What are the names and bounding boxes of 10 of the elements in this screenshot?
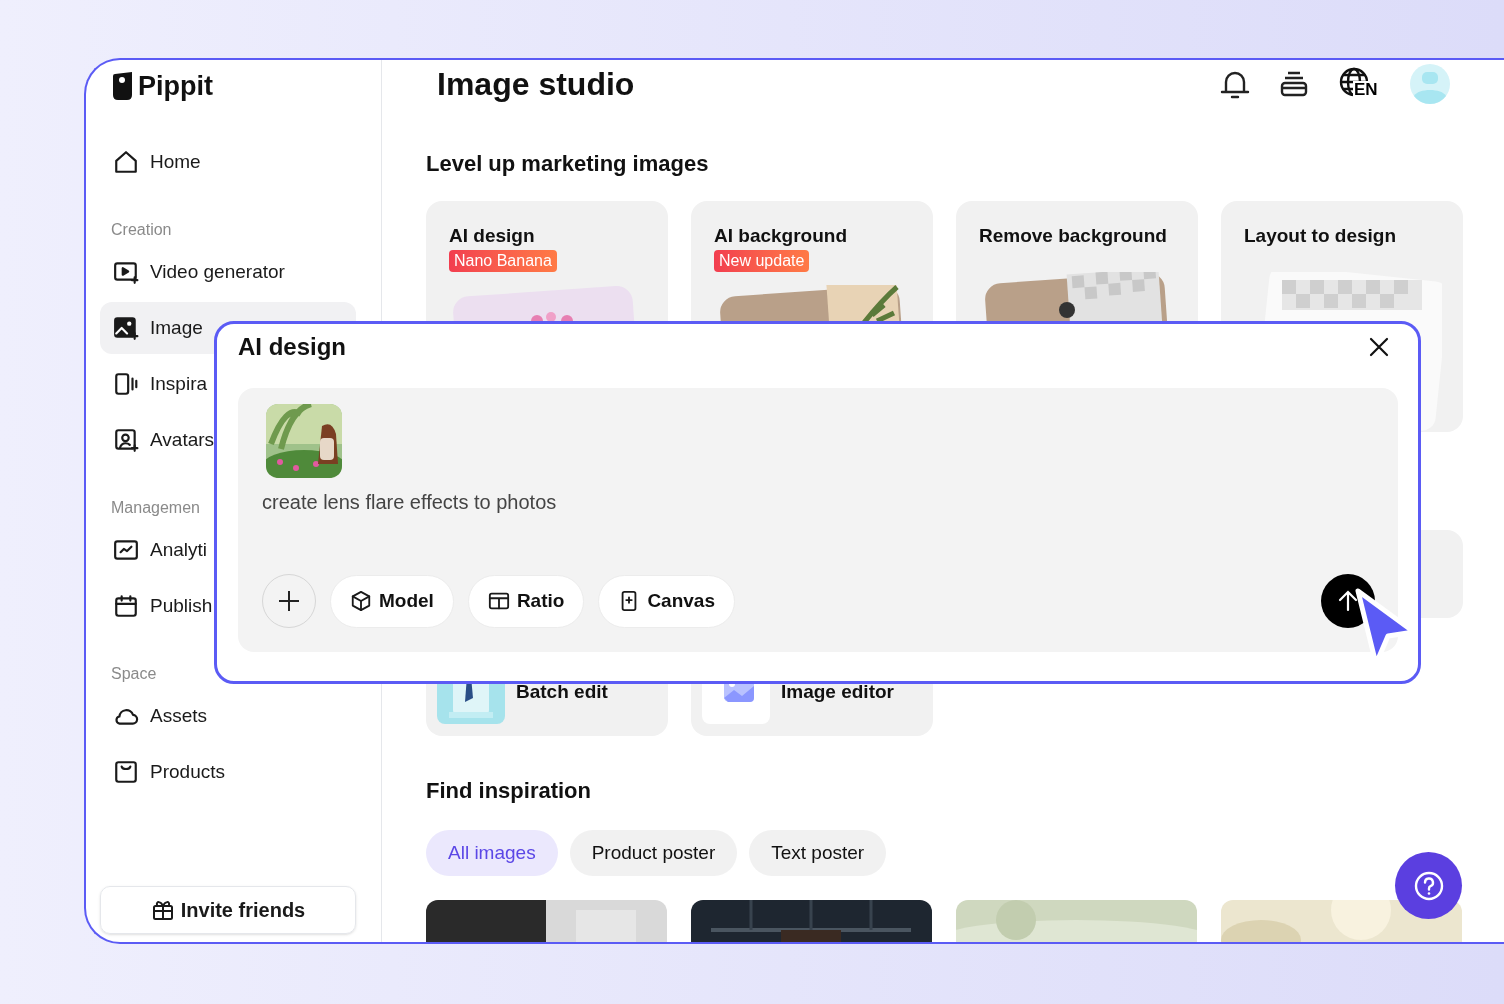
page-title: Image studio [437, 65, 636, 104]
badge: Nano Banana [449, 250, 557, 272]
badge: New update [714, 250, 810, 272]
section-heading: Managemen [111, 498, 200, 518]
section-heading: Level up marketing images [426, 152, 710, 176]
section-heading: Find inspiration [426, 779, 592, 803]
section-heading: Space [111, 664, 157, 684]
dialog-title: AI design [238, 331, 347, 362]
logo: Pippit [138, 69, 213, 103]
section-heading: Creation [111, 220, 172, 240]
